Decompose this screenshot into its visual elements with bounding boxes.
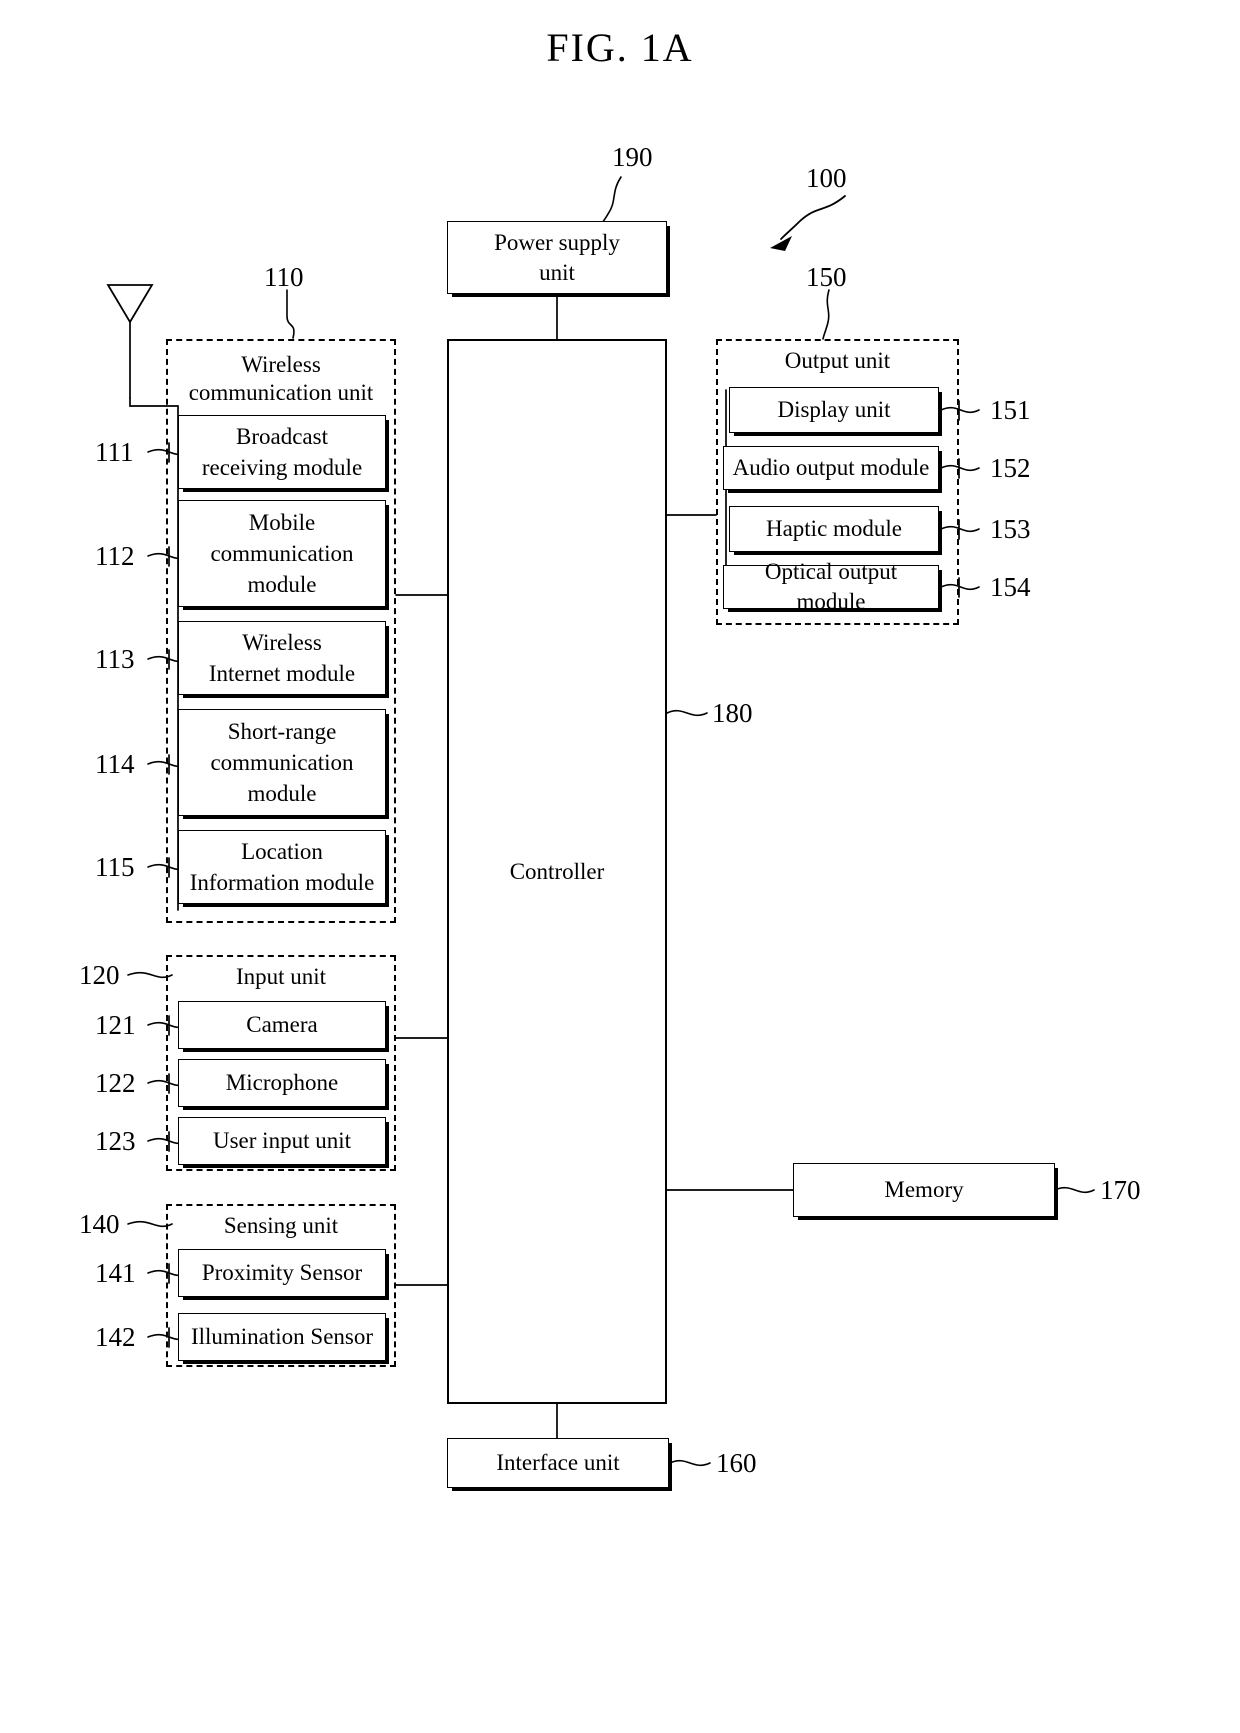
short-range-communication-module[interactable]: Short-range communication module [178,709,386,816]
display-unit-module[interactable]: Display unit [729,387,939,433]
ref-110: 110 [264,262,304,292]
user-input-unit-module-label: User input unit [213,1128,351,1153]
ref-152: 152 [990,453,1031,483]
ref-123: 123 [95,1126,136,1156]
broadcast-receiving-module-label: Broadcast receiving module [201,424,363,480]
interface-unit-label: Interface unit [496,1450,620,1475]
ref-111: 111 [95,437,134,467]
proximity-sensor-module[interactable]: Proximity Sensor [178,1249,386,1297]
memory-block[interactable]: Memory [793,1163,1055,1217]
ref-151: 151 [990,395,1031,425]
controller-block[interactable]: Controller [447,339,667,1404]
ref-140: 140 [79,1209,120,1239]
ref-160: 160 [716,1448,757,1478]
ref-115: 115 [95,852,135,882]
display-unit-module-label: Display unit [777,397,891,422]
ref-122: 122 [95,1068,136,1098]
input-unit-title: Input unit [235,964,327,989]
audio-output-module-label: Audio output module [732,455,930,480]
audio-output-module[interactable]: Audio output module [723,446,939,490]
ref-112: 112 [95,541,135,571]
wireless-internet-module[interactable]: Wireless Internet module [178,621,386,695]
controller-label: Controller [509,858,605,884]
ref-113: 113 [95,644,135,674]
user-input-unit-module[interactable]: User input unit [178,1117,386,1165]
wireless-internet-module-label: Wireless Internet module [208,630,356,686]
wireless-communication-unit-title: Wireless communication unit [188,352,374,405]
power-supply-unit-label: Power supply unit [494,229,620,285]
power-supply-unit-block[interactable]: Power supply unit [447,221,667,294]
ref-142: 142 [95,1322,136,1352]
output-unit-title: Output unit [784,348,891,373]
broadcast-receiving-module[interactable]: Broadcast receiving module [178,415,386,489]
short-range-communication-module-label: Short-range communication module [210,719,354,806]
ref-154: 154 [990,572,1031,602]
figure-page: FIG. 1A 110 111 112 113 114 115 120 121 … [0,0,1240,1733]
ref-170: 170 [1100,1175,1141,1205]
ref-120: 120 [79,960,120,990]
location-information-module[interactable]: Location Information module [178,830,386,904]
haptic-module[interactable]: Haptic module [729,506,939,552]
memory-label: Memory [884,1177,964,1202]
ref-114: 114 [95,749,135,779]
location-information-module-label: Location Information module [189,839,375,895]
ref-121: 121 [95,1010,136,1040]
ref-141: 141 [95,1258,136,1288]
camera-module[interactable]: Camera [178,1001,386,1049]
ref-100: 100 [806,163,847,193]
illumination-sensor-module-label: Illumination Sensor [190,1324,374,1349]
camera-module-label: Camera [246,1012,318,1037]
interface-unit-block[interactable]: Interface unit [447,1438,669,1488]
illumination-sensor-module[interactable]: Illumination Sensor [178,1313,386,1361]
optical-output-module-label: Optical output module [764,559,898,614]
microphone-module-label: Microphone [225,1070,339,1095]
mobile-communication-module[interactable]: Mobile communication module [178,500,386,607]
ref-153: 153 [990,514,1031,544]
optical-output-module[interactable]: Optical output module [723,559,939,614]
haptic-module-label: Haptic module [765,516,903,541]
microphone-module[interactable]: Microphone [178,1059,386,1107]
ref-180: 180 [712,698,753,728]
ref-150: 150 [806,262,847,292]
mobile-communication-module-label: Mobile communication module [210,510,354,597]
proximity-sensor-module-label: Proximity Sensor [201,1260,363,1285]
figure-title: FIG. 1A [546,25,694,70]
sensing-unit-title: Sensing unit [223,1213,339,1238]
ref-190: 190 [612,142,653,172]
